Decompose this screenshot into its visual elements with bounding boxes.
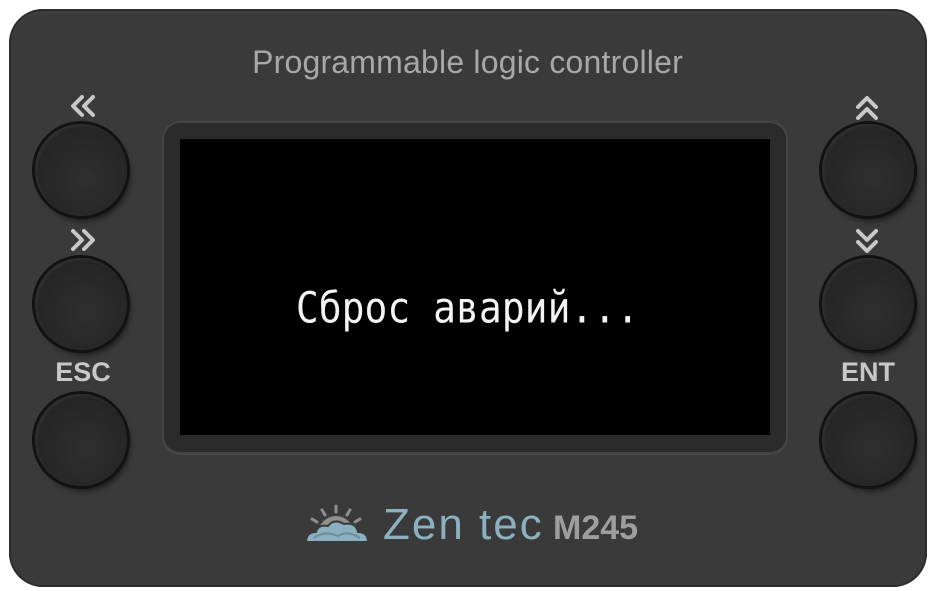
ent-label: ENT	[841, 357, 895, 387]
sun-cloud-logo-icon	[304, 504, 370, 543]
esc-label: ESC	[55, 357, 111, 387]
double-chevron-down-icon	[856, 229, 878, 253]
brand-block: Zen tec M245	[300, 500, 660, 550]
left-button-next[interactable]	[35, 258, 127, 350]
brand-name: Zen tec	[383, 500, 544, 549]
right-button-down[interactable]	[822, 258, 914, 350]
left-button-prev[interactable]	[35, 124, 127, 216]
display-message: Сброс аварий...	[295, 283, 640, 333]
model-number: M245	[553, 509, 639, 547]
double-chevron-up-icon	[856, 96, 878, 120]
esc-button[interactable]	[35, 394, 127, 486]
ent-button[interactable]	[822, 394, 914, 486]
right-button-up[interactable]	[822, 124, 914, 216]
double-chevron-right-icon	[71, 229, 95, 251]
device-title: Programmable logic controller	[252, 44, 683, 80]
double-chevron-left-icon	[71, 95, 95, 117]
